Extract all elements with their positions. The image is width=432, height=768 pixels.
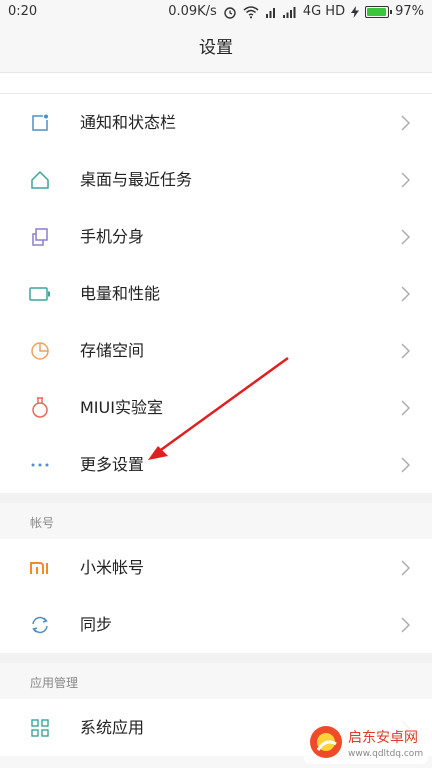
lab-flask-icon	[0, 379, 80, 436]
network-speed: 0.09K/s	[168, 4, 217, 19]
row-label: 电量和性能	[80, 265, 432, 323]
wifi-icon	[243, 5, 259, 18]
row-notifications[interactable]: 通知和状态栏	[0, 94, 432, 152]
more-dots-icon	[0, 436, 80, 493]
dual-phone-icon	[0, 208, 80, 265]
chevron-right-icon	[401, 379, 410, 436]
status-time: 0:20	[8, 4, 38, 19]
storage-pie-icon	[0, 322, 80, 379]
chevron-right-icon	[401, 208, 410, 265]
status-right: 0.09K/s 4G HD 97%	[168, 4, 424, 19]
battery-percent: 97%	[395, 4, 424, 19]
row-label: 通知和状态栏	[80, 94, 432, 152]
row-label: 桌面与最近任务	[80, 151, 432, 209]
battery-icon	[365, 5, 393, 18]
chevron-right-icon	[401, 539, 410, 596]
section-header-account: 帐号	[0, 503, 432, 539]
row-battery[interactable]: 电量和性能	[0, 265, 432, 323]
chevron-right-icon	[401, 596, 410, 653]
row-mi-account[interactable]: 小米帐号	[0, 539, 432, 597]
page-title: 设置	[199, 38, 233, 58]
chevron-right-icon	[401, 94, 410, 151]
chevron-right-icon	[401, 151, 410, 208]
row-desktop[interactable]: 桌面与最近任务	[0, 151, 432, 209]
section-gap	[0, 493, 432, 503]
sync-icon	[0, 596, 80, 653]
chevron-right-icon	[401, 436, 410, 493]
watermark-logo: 启东安卓网 www.qdltdq.com	[304, 720, 428, 764]
row-label: 同步	[80, 615, 113, 634]
grid-apps-icon	[0, 699, 80, 756]
watermark-brand: 启东安卓网	[348, 730, 418, 746]
home-icon	[0, 151, 80, 208]
row-more-settings[interactable]: 更多设置	[0, 436, 432, 493]
section-gap	[0, 653, 432, 663]
section-header-apps: 应用管理	[0, 663, 432, 699]
row-storage[interactable]: 存储空间	[0, 322, 432, 380]
row-second-space[interactable]: 手机分身	[0, 208, 432, 266]
title-bar: 设置	[0, 24, 432, 73]
alarm-icon	[224, 6, 236, 19]
row-label: 存储空间	[80, 322, 432, 380]
signal-2-icon	[282, 6, 296, 18]
status-bar: 0:20 0.09K/s 4G HD 97%	[0, 0, 432, 24]
row-sync[interactable]: 同步	[0, 596, 432, 653]
settings-list[interactable]: 通知和状态栏 桌面与最近任务 手机分身 电量和性能 存储空间 MIUI实验室 更…	[0, 73, 432, 768]
settings-group-main: 通知和状态栏 桌面与最近任务 手机分身 电量和性能 存储空间 MIUI实验室 更…	[0, 94, 432, 493]
battery-setting-icon	[0, 265, 80, 322]
watermark-url: www.qdltdq.com	[348, 749, 423, 759]
battery-fill	[367, 7, 387, 16]
settings-group-account: 小米帐号 同步	[0, 539, 432, 653]
chevron-right-icon	[401, 265, 410, 322]
chevron-right-icon	[401, 322, 410, 379]
row-miui-lab[interactable]: MIUI实验室	[0, 379, 432, 437]
row-label: 小米帐号	[80, 539, 432, 597]
row-label: MIUI实验室	[80, 379, 432, 437]
row-label: 更多设置	[80, 455, 145, 474]
notification-icon	[0, 94, 80, 151]
signal-1-icon	[265, 7, 275, 18]
charging-icon	[351, 5, 360, 18]
mi-logo-icon	[0, 539, 80, 596]
network-type: 4G HD	[302, 4, 346, 19]
cut-off-row	[0, 73, 432, 94]
row-label: 手机分身	[80, 208, 432, 266]
